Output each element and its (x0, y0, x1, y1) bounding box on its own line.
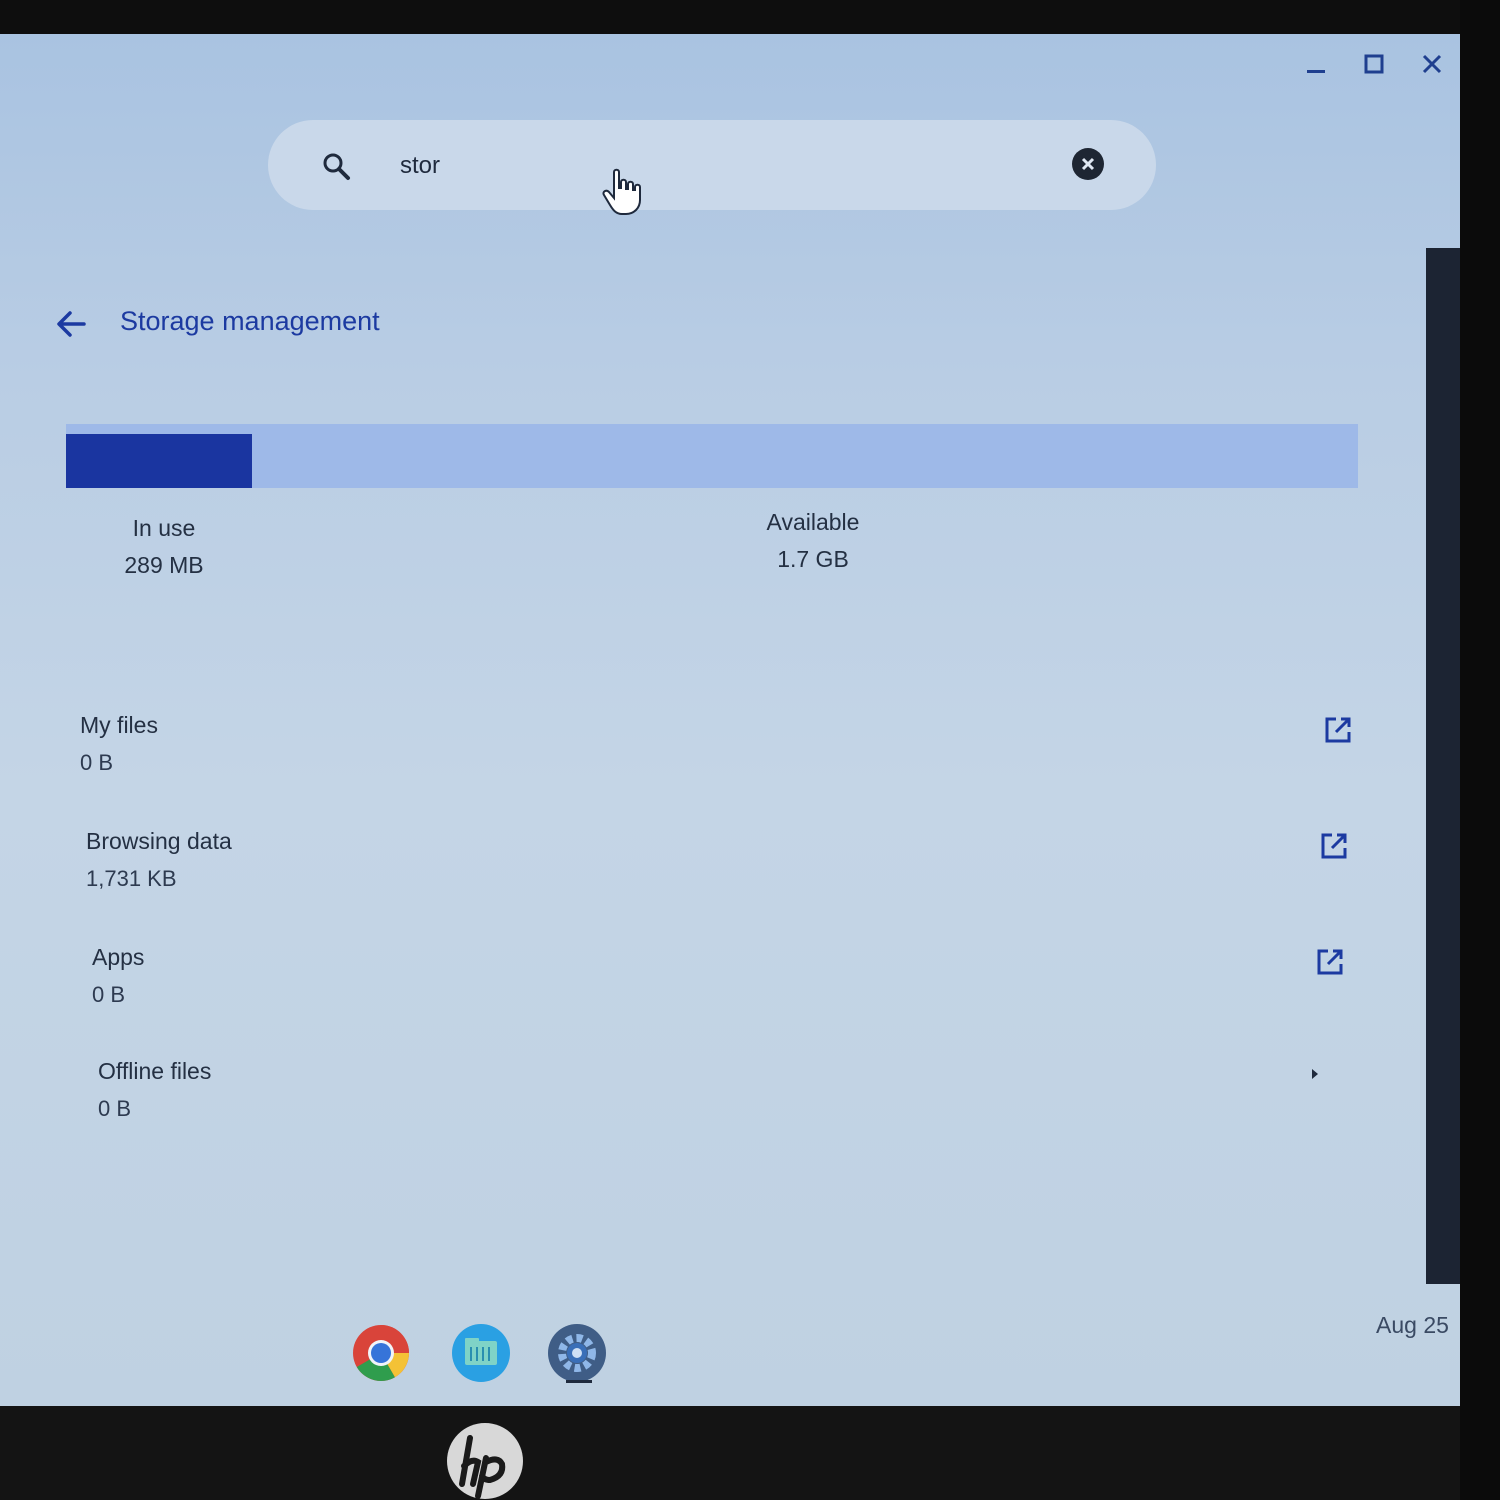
chevron-right-icon (1312, 1069, 1318, 1079)
available-stat: Available 1.7 GB (740, 504, 886, 578)
screen-bezel-top (0, 0, 1500, 34)
list-item-value: 1,731 KB (86, 866, 177, 891)
close-icon (1422, 54, 1442, 74)
running-app-indicator (566, 1380, 592, 1383)
list-item-label: Apps (92, 944, 145, 970)
list-item-label: Browsing data (86, 828, 232, 854)
open-external-icon[interactable] (1314, 946, 1346, 978)
screen-bezel-right (1460, 0, 1500, 1500)
list-item-my-files[interactable]: My files 0 B (80, 712, 1360, 798)
in-use-value: 289 MB (124, 552, 204, 578)
minimize-icon (1307, 70, 1325, 73)
settings-icon[interactable] (548, 1324, 606, 1382)
shelf-date[interactable]: Aug 25 (1376, 1312, 1449, 1339)
list-item-value: 0 B (98, 1096, 132, 1121)
storage-usage-bar (66, 424, 1358, 488)
maximize-button[interactable] (1354, 48, 1394, 80)
search-input[interactable]: stor (400, 152, 440, 180)
page-title: Storage management (120, 306, 380, 336)
list-item-label: Offline files (98, 1058, 212, 1084)
settings-window: stor Storage management In use 289 MB Av… (0, 34, 1462, 1406)
back-arrow-icon[interactable] (52, 304, 92, 344)
open-external-icon[interactable] (1318, 830, 1350, 862)
desktop-wallpaper-strip (1426, 248, 1462, 1284)
list-item-value: 0 B (80, 750, 114, 775)
available-label: Available (766, 509, 860, 535)
list-item-value: 0 B (92, 982, 126, 1007)
files-icon[interactable] (452, 1324, 510, 1382)
list-item-offline-files[interactable]: Offline files 0 B (98, 1058, 1348, 1144)
available-value: 1.7 GB (777, 546, 849, 572)
open-external-icon[interactable] (1322, 714, 1354, 746)
list-item-browsing-data[interactable]: Browsing data 1,731 KB (86, 828, 1356, 914)
in-use-label: In use (132, 515, 196, 541)
search-icon (323, 153, 350, 180)
settings-search-box[interactable]: stor (268, 120, 1156, 210)
hp-logo (447, 1423, 523, 1499)
clear-search-button[interactable] (1072, 148, 1104, 180)
chrome-icon[interactable] (352, 1324, 410, 1382)
list-item-label: My files (80, 712, 158, 738)
maximize-icon (1364, 54, 1384, 74)
hand-cursor-icon (602, 168, 641, 215)
minimize-button[interactable] (1296, 48, 1336, 80)
in-use-stat: In use 289 MB (104, 510, 224, 584)
list-item-apps[interactable]: Apps 0 B (92, 944, 1352, 1030)
storage-used-segment (66, 434, 253, 488)
close-window-button[interactable] (1412, 48, 1452, 80)
clear-icon (1081, 157, 1095, 171)
